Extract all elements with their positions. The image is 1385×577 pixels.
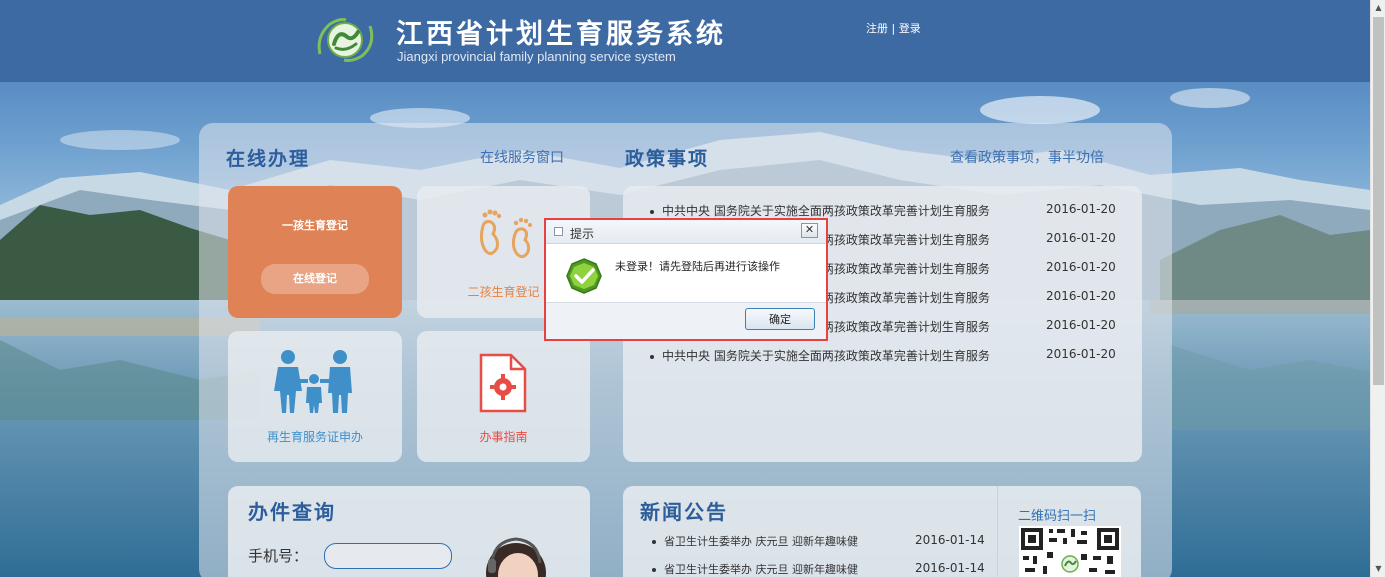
scroll-down-icon[interactable]: ▼ (1371, 561, 1385, 577)
policy-item-text[interactable]: 中共中央 国务院关于实施全面两孩政策改革完善计划生育服务 (662, 349, 990, 363)
news-item-text[interactable]: 省卫生计生委举办 庆元旦 迎新年趣味健 (664, 563, 858, 576)
vertical-scrollbar[interactable]: ▲ ▼ (1370, 0, 1385, 577)
scroll-up-icon[interactable]: ▲ (1371, 0, 1385, 16)
news-item-date: 2016-01-14 (915, 561, 985, 575)
family-icon (274, 350, 352, 413)
site-header: 江西省计划生育服务系统 Jiangxi provincial family pl… (0, 0, 1370, 82)
auth-separator: | (888, 22, 899, 35)
online-service-link[interactable]: 在线服务窗口 (480, 147, 564, 167)
qr-title: 二维码扫一扫 (1018, 509, 1097, 524)
family-planning-logo-icon (317, 18, 374, 62)
news-item-date: 2016-01-14 (915, 533, 985, 547)
news-divider (997, 486, 998, 577)
policy-item-date: 2016-01-20 (1046, 260, 1116, 274)
remarriage-birth-certificate-tile[interactable]: 再生育服务证申办 (228, 331, 402, 462)
policy-item-date: 2016-01-20 (1046, 347, 1116, 361)
close-icon[interactable]: ✕ (801, 223, 818, 238)
online-register-button[interactable]: 在线登记 (261, 264, 369, 294)
bullet-icon (652, 540, 656, 544)
phone-label: 手机号： (248, 547, 309, 565)
news-item[interactable]: 省卫生计生委举办 庆元旦 迎新年趣味健 2016-01-14 (652, 561, 985, 577)
login-link[interactable]: 登录 (899, 22, 921, 35)
service-guide-tile[interactable]: 办事指南 (417, 331, 590, 462)
success-check-icon (566, 258, 602, 294)
dialog-message: 未登录！请先登陆后再进行该操作 (615, 260, 780, 273)
alert-dialog: 提示 ✕ 未登录！请先登陆后再进行该操作 确定 (544, 218, 828, 341)
policy-item-date: 2016-01-20 (1046, 318, 1116, 332)
register-link[interactable]: 注册 (866, 22, 888, 35)
policy-item-date: 2016-01-20 (1046, 231, 1116, 245)
customer-service-avatar (486, 537, 546, 577)
window-icon (554, 227, 563, 236)
qr-code-icon (1019, 526, 1121, 577)
bullet-icon (650, 354, 654, 359)
policy-item[interactable]: 中共中央 国务院关于实施全面两孩政策改革完善计划生育服务 2016-01-20 (650, 202, 1116, 219)
policy-section-title: 政策事项 (625, 148, 710, 170)
phone-input[interactable] (324, 543, 452, 569)
first-child-registration-tile[interactable]: 一孩生育登记 在线登记 (228, 186, 402, 318)
query-section-title: 办件查询 (248, 500, 336, 524)
news-item[interactable]: 省卫生计生委举办 庆元旦 迎新年趣味健 2016-01-14 (652, 533, 985, 549)
footprints-icon (479, 209, 532, 259)
policy-item-date: 2016-01-20 (1046, 202, 1116, 216)
document-gear-icon (479, 353, 527, 413)
tile-label: 办事指南 (479, 430, 528, 444)
bullet-icon (650, 209, 654, 214)
scroll-thumb[interactable] (1373, 17, 1384, 385)
policy-more-link[interactable]: 查看政策事项，事半功倍 (950, 147, 1104, 167)
auth-links: 注册 | 登录 (866, 20, 921, 36)
bullet-icon (652, 568, 656, 572)
tile-label: 一孩生育登记 (282, 219, 348, 232)
site-subtitle: Jiangxi provincial family planning servi… (397, 49, 676, 64)
dialog-footer: 确定 (546, 302, 826, 339)
policy-item[interactable]: 中共中央 国务院关于实施全面两孩政策改革完善计划生育服务 2016-01-20 (650, 347, 1116, 364)
news-section-title: 新闻公告 (640, 500, 728, 524)
online-section-title: 在线办理 (226, 148, 311, 170)
tile-label: 再生育服务证申办 (266, 430, 363, 444)
dialog-header[interactable]: 提示 ✕ (546, 220, 826, 244)
confirm-button[interactable]: 确定 (745, 308, 815, 330)
news-item-text[interactable]: 省卫生计生委举办 庆元旦 迎新年趣味健 (664, 535, 858, 548)
policy-item-text[interactable]: 中共中央 国务院关于实施全面两孩政策改革完善计划生育服务 (662, 204, 990, 218)
policy-item-date: 2016-01-20 (1046, 289, 1116, 303)
site-title: 江西省计划生育服务系统 (396, 19, 726, 50)
dialog-title: 提示 (570, 227, 595, 241)
